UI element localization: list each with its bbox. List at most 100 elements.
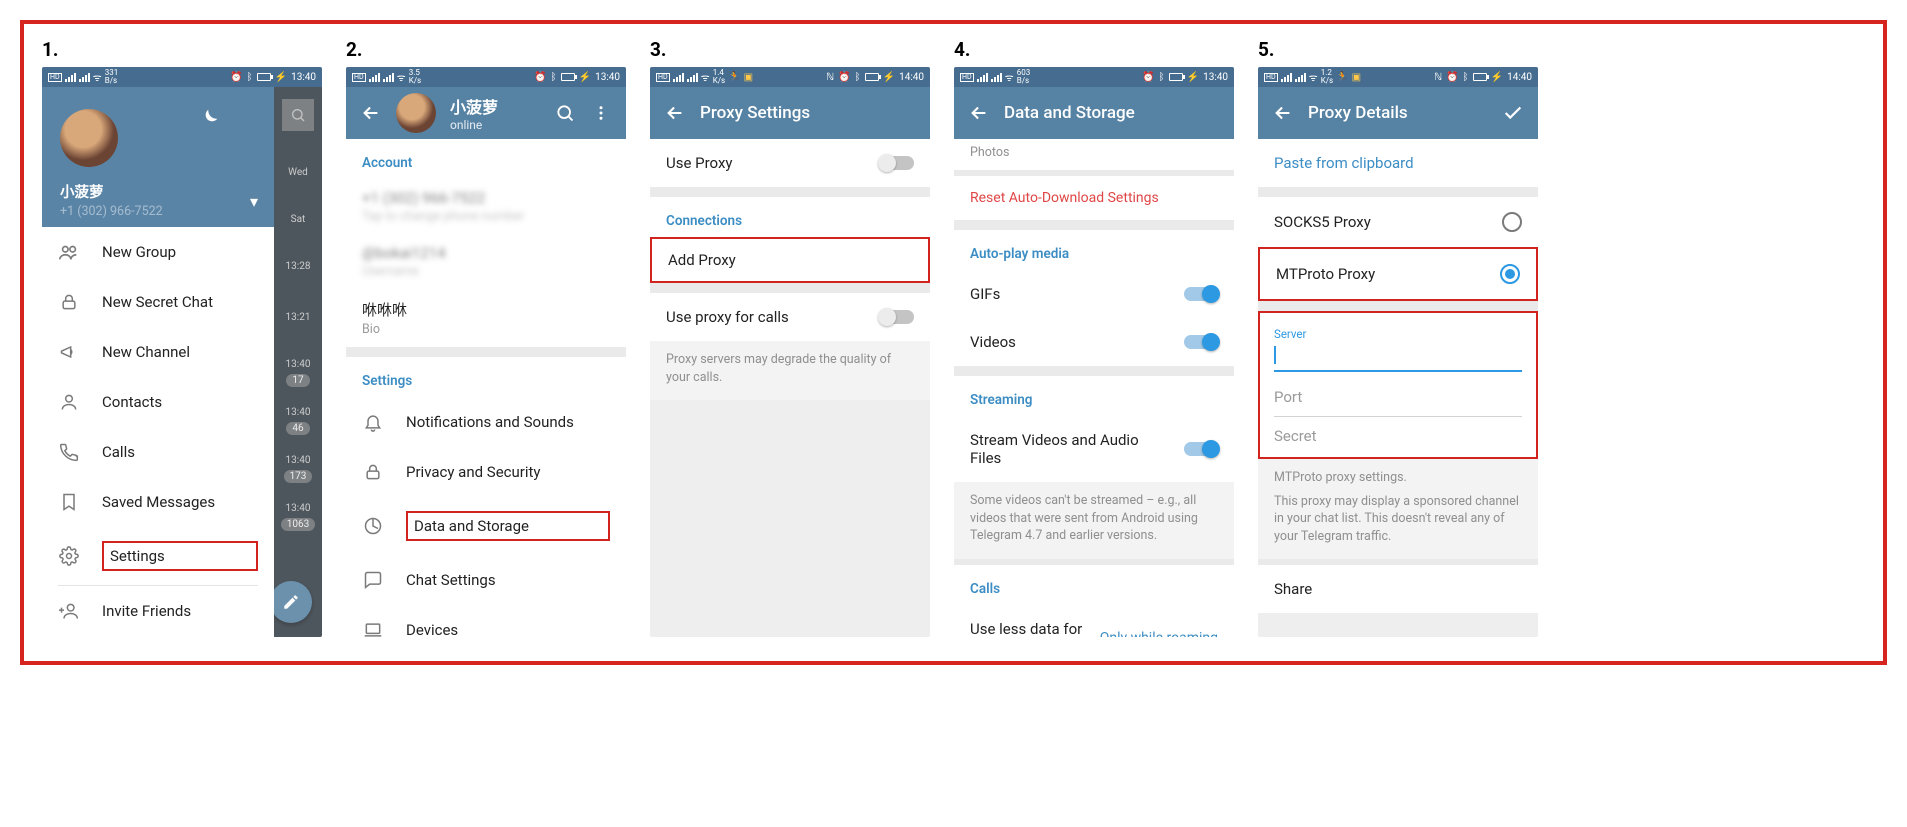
phone-2: HD ᯤ 3.5K/s ⏰ᛒ ⚡ 13:40 小菠萝 online Ac	[346, 67, 626, 637]
drawer-username: 小菠萝	[60, 181, 256, 202]
add-proxy-button[interactable]: Add Proxy	[650, 237, 930, 283]
back-button[interactable]	[968, 102, 990, 124]
megaphone-icon	[58, 341, 80, 363]
settings-notifications[interactable]: Notifications and Sounds	[346, 397, 626, 447]
use-proxy-calls-row[interactable]: Use proxy for calls	[650, 293, 930, 341]
use-proxy-toggle-row[interactable]: Use Proxy	[650, 139, 930, 187]
running-man-icon: 🏃	[728, 72, 740, 83]
calls-note: Proxy servers may degrade the quality of…	[650, 341, 930, 400]
wifi-icon: ᯤ	[1005, 70, 1014, 84]
mtproto-option[interactable]: MTProto Proxy	[1258, 247, 1538, 301]
less-data-value: Only while roaming	[1100, 630, 1218, 638]
videos-switch[interactable]	[1184, 335, 1218, 349]
settings-header-label: Settings	[346, 357, 626, 397]
compose-fab[interactable]	[270, 581, 312, 623]
confirm-button[interactable]	[1502, 101, 1524, 125]
avatar[interactable]	[60, 109, 118, 167]
back-button[interactable]	[664, 102, 686, 124]
signal-icon-2	[383, 73, 394, 82]
nfc-icon: ℕ	[826, 72, 834, 83]
proxy-details-header: Proxy Details	[1258, 87, 1538, 139]
paste-clipboard-button[interactable]: Paste from clipboard	[1258, 139, 1538, 187]
nav-faq[interactable]: Telegram FAQ	[42, 636, 274, 637]
nav-contacts[interactable]: Contacts	[42, 377, 274, 427]
use-proxy-calls-switch[interactable]	[880, 310, 914, 324]
lock-icon	[58, 291, 80, 313]
night-mode-toggle[interactable]	[198, 107, 220, 129]
avatar[interactable]	[396, 93, 436, 133]
stream-switch[interactable]	[1184, 442, 1218, 456]
gifs-switch[interactable]	[1184, 287, 1218, 301]
step-number-2: 2.	[346, 38, 626, 61]
settings-devices[interactable]: Devices	[346, 605, 626, 637]
socks5-option[interactable]: SOCKS5 Proxy	[1258, 197, 1538, 247]
hd-icon: HD	[656, 73, 670, 82]
server-field[interactable]: Server	[1274, 321, 1522, 374]
panel-5: 5. HD ᯤ 1.2K/s 🏃 ▣ ℕ ⏰ᛒ ⚡ 14:40 Proxy De…	[1258, 38, 1538, 637]
signal-icon	[369, 73, 380, 82]
secret-field[interactable]: Secret	[1274, 419, 1522, 447]
drawer-header: 小菠萝 +1 (302) 966-7522 ▾	[42, 87, 274, 227]
panel-1: 1. HD ᯤ 331B/s ⏰ ᛒ ⚡ 13:40 Wed Sat 13:28	[42, 38, 322, 637]
bookmark-icon	[58, 491, 80, 513]
nav-new-secret-chat[interactable]: New Secret Chat	[42, 277, 274, 327]
socks5-radio[interactable]	[1502, 212, 1522, 232]
status-time: 13:40	[291, 72, 316, 83]
photos-row[interactable]: Photos	[954, 139, 1234, 170]
status-bar: HD ᯤ 1.2K/s 🏃 ▣ ℕ ⏰ᛒ ⚡ 14:40	[1258, 67, 1538, 87]
hd-icon: HD	[352, 73, 366, 82]
drawer-phone: +1 (302) 966-7522	[60, 204, 256, 219]
account-username[interactable]: @bokai1214 Username	[346, 234, 626, 289]
videos-toggle-row[interactable]: Videos	[954, 318, 1234, 366]
chevron-down-icon[interactable]: ▾	[250, 192, 258, 211]
settings-privacy[interactable]: Privacy and Security	[346, 447, 626, 497]
back-button[interactable]	[1272, 102, 1294, 124]
panel-2: 2. HD ᯤ 3.5K/s ⏰ᛒ ⚡ 13:40 小菠萝 online	[346, 38, 626, 637]
hd-icon: HD	[48, 73, 62, 82]
laptop-icon	[362, 619, 384, 637]
panels-row: { "steps": ["1.","2.","3.","4.","5."], "…	[42, 38, 1865, 637]
reset-auto-download[interactable]: Reset Auto-Download Settings	[954, 176, 1234, 220]
back-button[interactable]	[360, 102, 382, 124]
stream-toggle-row[interactable]: Stream Videos and Audio Files	[954, 416, 1234, 482]
nav-calls[interactable]: Calls	[42, 427, 274, 477]
account-phone[interactable]: +1 (302) 966-7522 Tap to change phone nu…	[346, 179, 626, 234]
nav-saved-messages[interactable]: Saved Messages	[42, 477, 274, 527]
nav-settings[interactable]: Settings	[42, 527, 274, 585]
page-title: Proxy Settings	[700, 103, 916, 123]
gifs-toggle-row[interactable]: GIFs	[954, 270, 1234, 318]
step-number-4: 4.	[954, 38, 1234, 61]
panel-4: 4. HD ᯤ 603B/s ⏰ᛒ ⚡ 13:40 Data and Stora…	[954, 38, 1234, 637]
person-icon	[58, 391, 80, 413]
share-row[interactable]: Share	[1258, 565, 1538, 613]
bolt-icon: ⚡	[579, 72, 591, 83]
alarm-icon: ⏰	[534, 72, 546, 83]
search-button[interactable]	[554, 103, 576, 123]
overflow-menu-button[interactable]	[590, 104, 612, 122]
calls-header: Calls	[954, 565, 1234, 605]
mtproto-note: MTProto proxy settings. This proxy may d…	[1258, 459, 1538, 559]
status-time: 13:40	[1203, 72, 1228, 83]
panel-3: 3. HD ᯤ 1.4K/s 🏃 ▣ ℕ ⏰ᛒ ⚡ 14:40 Proxy Se…	[650, 38, 930, 637]
battery-icon	[257, 73, 271, 81]
status-time: 14:40	[899, 72, 924, 83]
nav-invite-friends[interactable]: Invite Friends	[42, 586, 274, 636]
phone-1: HD ᯤ 331B/s ⏰ ᛒ ⚡ 13:40 Wed Sat 13:28 13…	[42, 67, 322, 637]
bell-icon	[362, 411, 384, 433]
account-bio[interactable]: 咻咻咻 Bio	[346, 289, 626, 347]
wifi-icon: ᯤ	[397, 70, 406, 84]
profile-status: online	[450, 118, 540, 132]
settings-data-storage[interactable]: Data and Storage	[346, 497, 626, 555]
alarm-icon: ⏰	[230, 72, 242, 83]
use-proxy-switch[interactable]	[880, 156, 914, 170]
settings-chat[interactable]: Chat Settings	[346, 555, 626, 605]
port-field[interactable]: Port	[1274, 374, 1522, 419]
decorative-border: { "steps": ["1.","2.","3.","4.","5."], "…	[20, 20, 1887, 665]
bluetooth-icon: ᛒ	[247, 72, 253, 83]
nav-new-channel[interactable]: New Channel	[42, 327, 274, 377]
less-data-row[interactable]: Use less data for calls Only while roami…	[954, 605, 1234, 638]
status-time: 14:40	[1507, 72, 1532, 83]
status-bar: HD ᯤ 1.4K/s 🏃 ▣ ℕ ⏰ᛒ ⚡ 14:40	[650, 67, 930, 87]
nav-new-group[interactable]: New Group	[42, 227, 274, 277]
mtproto-radio[interactable]	[1500, 264, 1520, 284]
